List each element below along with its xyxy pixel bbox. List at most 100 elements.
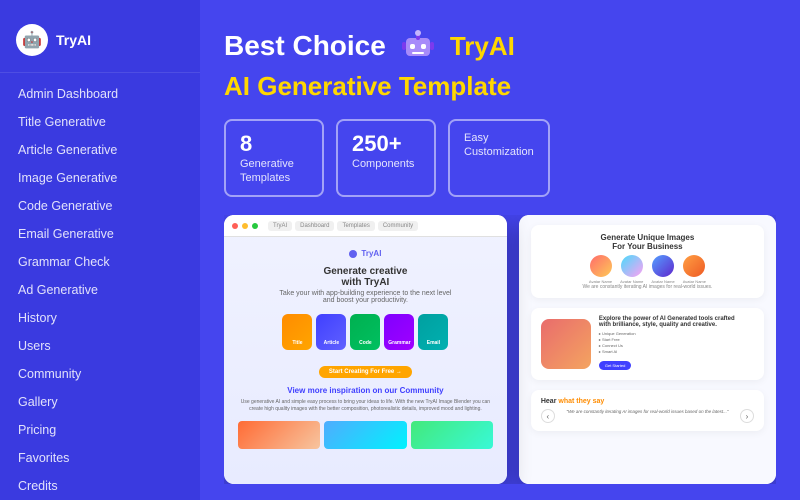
main-content: Best Choice TryAI AI Generative Template	[200, 0, 800, 500]
sidebar-item-code-generative[interactable]: Code Generative	[8, 193, 192, 219]
badges-row: 8 GenerativeTemplates 250+ Components Ea…	[224, 119, 776, 198]
badge-templates-label: GenerativeTemplates	[240, 157, 308, 186]
ss-mid-image	[541, 319, 591, 369]
ss-nav-community: Community	[378, 221, 418, 231]
ss-testimonial-section: Hear what they say ‹ "We are constantly …	[531, 390, 764, 431]
badge-customization: EasyCustomization	[448, 119, 550, 198]
ss-avatars-row: Avatar Name Avatar Name Avatar Name	[541, 255, 754, 284]
ss-nav-brand: TryAI	[268, 221, 292, 231]
hero-section: Best Choice TryAI AI Generative Template	[224, 24, 776, 101]
sidebar-item-email-generative[interactable]: Email Generative	[8, 221, 192, 247]
badge-components-number: 250+	[352, 131, 402, 156]
ss-avatar-4	[683, 255, 705, 277]
ss-list-item-3: ▸ Connect Us	[599, 343, 754, 348]
ss-list-item-4: ▸ Smart AI	[599, 349, 754, 354]
hero-row-1: Best Choice TryAI	[224, 24, 776, 68]
hero-title-1: Best Choice	[224, 30, 386, 62]
ss-right-content: Generate Unique ImagesFor Your Business …	[519, 215, 776, 484]
sidebar-item-image-generative[interactable]: Image Generative	[8, 165, 192, 191]
ss-card-title: Title	[282, 314, 312, 350]
ss-mid-title: Explore the power of AI Generated tools …	[599, 316, 754, 328]
ss-testimonial-text: "We are constantly iterating AI images f…	[566, 409, 728, 423]
ss-expand-dot	[252, 223, 258, 229]
badge-customization-label: EasyCustomization	[464, 131, 534, 160]
ss-community-title: View more inspiration on our Community	[238, 386, 493, 395]
sidebar-item-ad-generative[interactable]: Ad Generative	[8, 277, 192, 303]
ss-hear-title: Hear what they say	[541, 398, 754, 405]
ss-left-brand: TryAI	[238, 249, 493, 258]
sidebar-item-article-generative[interactable]: Article Generative	[8, 137, 192, 163]
ss-preview-img-1	[238, 421, 320, 449]
sidebar-item-history[interactable]: History	[8, 305, 192, 331]
sidebar-item-users[interactable]: Users	[8, 333, 192, 359]
sidebar-item-gallery[interactable]: Gallery	[8, 389, 192, 415]
ss-preview-img-3	[411, 421, 493, 449]
ss-right-section-2: Explore the power of AI Generated tools …	[531, 308, 764, 380]
ss-cards-row: Title Article Code Grammar Email	[238, 314, 493, 350]
ss-avatar-group-3: Avatar Name	[651, 255, 674, 284]
ss-right-body-1: We are constantly iterating AI images fo…	[541, 284, 754, 290]
ss-left-header: TryAI Dashboard Templates Community	[224, 215, 507, 237]
sidebar-item-community[interactable]: Community	[8, 361, 192, 387]
ss-hero-heading: Generate creativewith TryAI	[238, 266, 493, 288]
ss-avatar-group-4: Avatar Name	[683, 255, 706, 284]
ss-avatar-3	[652, 255, 674, 277]
sidebar-item-grammar-check[interactable]: Grammar Check	[8, 249, 192, 275]
ss-prev-arrow[interactable]: ‹	[541, 409, 555, 423]
ss-left-content: TryAI Generate creativewith TryAI Take y…	[224, 237, 507, 461]
ss-mid-list: ▸ Unique Generation ▸ Start Free ▸ Conne…	[599, 331, 754, 354]
ss-avatar-1	[590, 255, 612, 277]
sidebar: 🤖 TryAI Admin DashboardTitle GenerativeA…	[0, 0, 200, 500]
ss-brand-name: TryAI	[361, 249, 381, 258]
sidebar-item-favorites[interactable]: Favorites	[8, 445, 192, 471]
ss-hero-subtext: Take your with app-building experience t…	[238, 290, 493, 304]
screenshot-left-inner: TryAI Dashboard Templates Community TryA…	[224, 215, 507, 484]
badge-templates: 8 GenerativeTemplates	[224, 119, 324, 198]
ss-avatar-2	[621, 255, 643, 277]
sidebar-item-credits[interactable]: Credits	[8, 473, 192, 499]
sidebar-logo-icon: 🤖	[16, 24, 48, 56]
ss-what-they-say: what they say	[558, 398, 604, 405]
ss-card-article: Article	[316, 314, 346, 350]
screenshot-right: Generate Unique ImagesFor Your Business …	[519, 215, 776, 484]
robot-icon: 🤖	[22, 30, 42, 50]
hero-row-2: AI Generative Template	[224, 72, 776, 101]
ss-get-started-button[interactable]: Get Started	[599, 361, 631, 370]
ss-card-code: Code	[350, 314, 380, 350]
ss-brand-dot	[349, 250, 357, 258]
badge-templates-number: 8	[240, 131, 252, 156]
hero-title-2: AI Generative Template	[224, 72, 511, 101]
robot-svg-icon	[396, 24, 440, 68]
hero-robot-icon	[396, 24, 440, 68]
sidebar-logo-text: TryAI	[56, 32, 91, 48]
badge-components: 250+ Components	[336, 119, 436, 198]
sidebar-item-title-generative[interactable]: Title Generative	[8, 109, 192, 135]
ss-list-item-2: ▸ Start Free	[599, 337, 754, 342]
ss-preview-img-2	[324, 421, 406, 449]
sidebar-item-admin-dashboard[interactable]: Admin Dashboard	[8, 81, 192, 107]
ss-preview-images	[238, 421, 493, 449]
ss-avatar-group-2: Avatar Name	[620, 255, 643, 284]
ss-community-body: Use generative AI and simple easy proces…	[238, 399, 493, 413]
ss-card-email: Email	[418, 314, 448, 350]
sidebar-item-pricing[interactable]: Pricing	[8, 417, 192, 443]
ss-nav-templates: Templates	[337, 221, 374, 231]
ss-right-title-1: Generate Unique ImagesFor Your Business	[541, 233, 754, 251]
ss-card-grammar: Grammar	[384, 314, 414, 350]
ss-nav-arrows: ‹ "We are constantly iterating AI images…	[541, 409, 754, 423]
screenshots-row: TryAI Dashboard Templates Community TryA…	[224, 215, 776, 484]
ss-mid-text: Explore the power of AI Generated tools …	[599, 316, 754, 372]
ss-list-item-1: ▸ Unique Generation	[599, 331, 754, 336]
ss-right-section-1: Generate Unique ImagesFor Your Business …	[531, 225, 764, 298]
hero-brand-text: TryAI	[450, 31, 515, 62]
sidebar-navigation: Admin DashboardTitle GenerativeArticle G…	[0, 81, 200, 499]
badge-components-label: Components	[352, 157, 420, 171]
ss-nav-items: TryAI Dashboard Templates Community	[268, 221, 418, 231]
ss-cta-button[interactable]: Start Creating For Free →	[319, 366, 412, 378]
sidebar-logo: 🤖 TryAI	[0, 16, 200, 73]
ss-next-arrow[interactable]: ›	[740, 409, 754, 423]
ss-minimize-dot	[242, 223, 248, 229]
ss-avatar-group-1: Avatar Name	[589, 255, 612, 284]
screenshot-left: TryAI Dashboard Templates Community TryA…	[224, 215, 507, 484]
ss-nav-dashboard: Dashboard	[295, 221, 334, 231]
